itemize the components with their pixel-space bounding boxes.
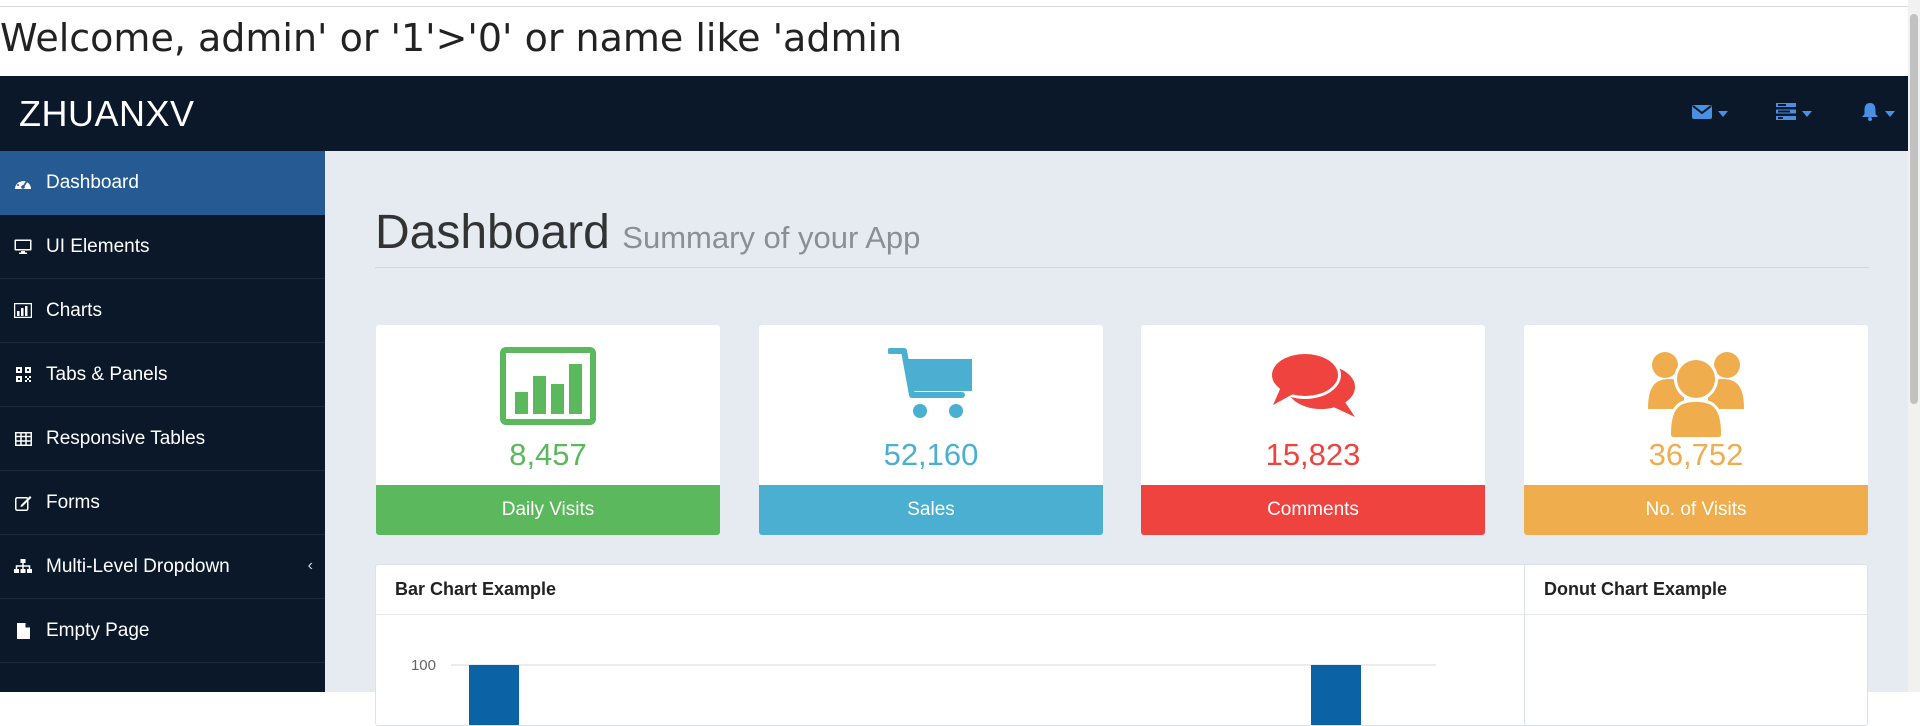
stat-card-daily-visits: 8,457 Daily Visits	[376, 325, 720, 535]
sidebar-item-forms[interactable]: Forms	[0, 471, 325, 535]
tasks-icon	[1776, 103, 1796, 125]
sidebar-item-label: Forms	[46, 491, 100, 513]
bell-icon	[1861, 102, 1879, 126]
sidebar: Dashboard UI Elements Charts Tabs & Pane…	[0, 151, 325, 692]
top-divider	[0, 6, 1920, 7]
sidebar-item-label: UI Elements	[46, 235, 150, 257]
sidebar-item-responsive-tables[interactable]: Responsive Tables	[0, 407, 325, 471]
file-icon	[12, 620, 34, 642]
chart-bar	[469, 665, 519, 725]
chevron-left-icon: ‹	[307, 557, 313, 574]
shopping-cart-icon	[759, 347, 1103, 431]
donut-chart-panel: Donut Chart Example	[1524, 564, 1868, 726]
comments-icon	[1141, 347, 1485, 431]
chevron-down-icon	[1802, 111, 1812, 117]
sidebar-item-tabs-panels[interactable]: Tabs & Panels	[0, 343, 325, 407]
sidebar-item-label: Charts	[46, 299, 102, 321]
stat-card-comments: 15,823 Comments	[1141, 325, 1485, 535]
y-tick-label: 100	[411, 657, 436, 674]
stat-label[interactable]: Daily Visits	[376, 485, 720, 535]
scrollbar-thumb[interactable]	[1910, 14, 1918, 404]
sitemap-icon	[12, 556, 34, 578]
sidebar-item-label: Tabs & Panels	[46, 363, 168, 385]
brand-logo[interactable]: ZHUANXV	[19, 76, 195, 151]
stat-value: 15,823	[1265, 437, 1361, 472]
tasks-dropdown[interactable]	[1776, 100, 1812, 128]
desktop-icon	[12, 236, 34, 258]
stat-value: 8,457	[509, 437, 587, 472]
sidebar-item-empty-page[interactable]: Empty Page	[0, 599, 325, 663]
stat-value: 36,752	[1648, 437, 1744, 472]
stat-value: 52,160	[883, 437, 979, 472]
panel-title: Donut Chart Example	[1525, 565, 1867, 615]
main-content: Dashboard Summary of your App 8,457 Dail…	[325, 151, 1908, 726]
welcome-message: Welcome, admin' or '1'>'0' or name like …	[0, 16, 903, 60]
sidebar-item-charts[interactable]: Charts	[0, 279, 325, 343]
sidebar-item-label: Responsive Tables	[46, 427, 206, 449]
chevron-down-icon	[1718, 111, 1728, 117]
envelope-icon	[1692, 104, 1712, 125]
bar-chart-icon	[376, 347, 720, 431]
stat-card-no-of-visits: 36,752 No. of Visits	[1524, 325, 1868, 535]
page-title: Dashboard	[375, 206, 610, 259]
top-navbar: ZHUANXV	[0, 76, 1908, 151]
sidebar-item-multi-level-dropdown[interactable]: Multi-Level Dropdown ‹	[0, 535, 325, 599]
stat-label[interactable]: Sales	[759, 485, 1103, 535]
qrcode-icon	[12, 364, 34, 386]
edit-icon	[12, 492, 34, 514]
sidebar-item-label: Multi-Level Dropdown	[46, 555, 230, 577]
chevron-down-icon	[1885, 111, 1895, 117]
page-header: Dashboard Summary of your App	[375, 205, 1869, 268]
page-subtitle: Summary of your App	[622, 220, 921, 255]
users-icon	[1524, 347, 1868, 437]
stat-label[interactable]: Comments	[1141, 485, 1485, 535]
alerts-dropdown[interactable]	[1861, 100, 1895, 128]
stat-label[interactable]: No. of Visits	[1524, 485, 1868, 535]
table-icon	[12, 428, 34, 450]
sidebar-item-dashboard[interactable]: Dashboard	[0, 151, 325, 215]
dashboard-icon	[12, 172, 34, 194]
sidebar-item-label: Dashboard	[46, 171, 139, 193]
sidebar-item-ui-elements[interactable]: UI Elements	[0, 215, 325, 279]
bar-chart-icon	[12, 300, 34, 322]
stat-card-sales: 52,160 Sales	[759, 325, 1103, 535]
chart-bar	[1311, 665, 1361, 725]
messages-dropdown[interactable]	[1692, 100, 1728, 128]
scrollbar[interactable]	[1908, 0, 1920, 692]
sidebar-item-label: Empty Page	[46, 619, 150, 641]
